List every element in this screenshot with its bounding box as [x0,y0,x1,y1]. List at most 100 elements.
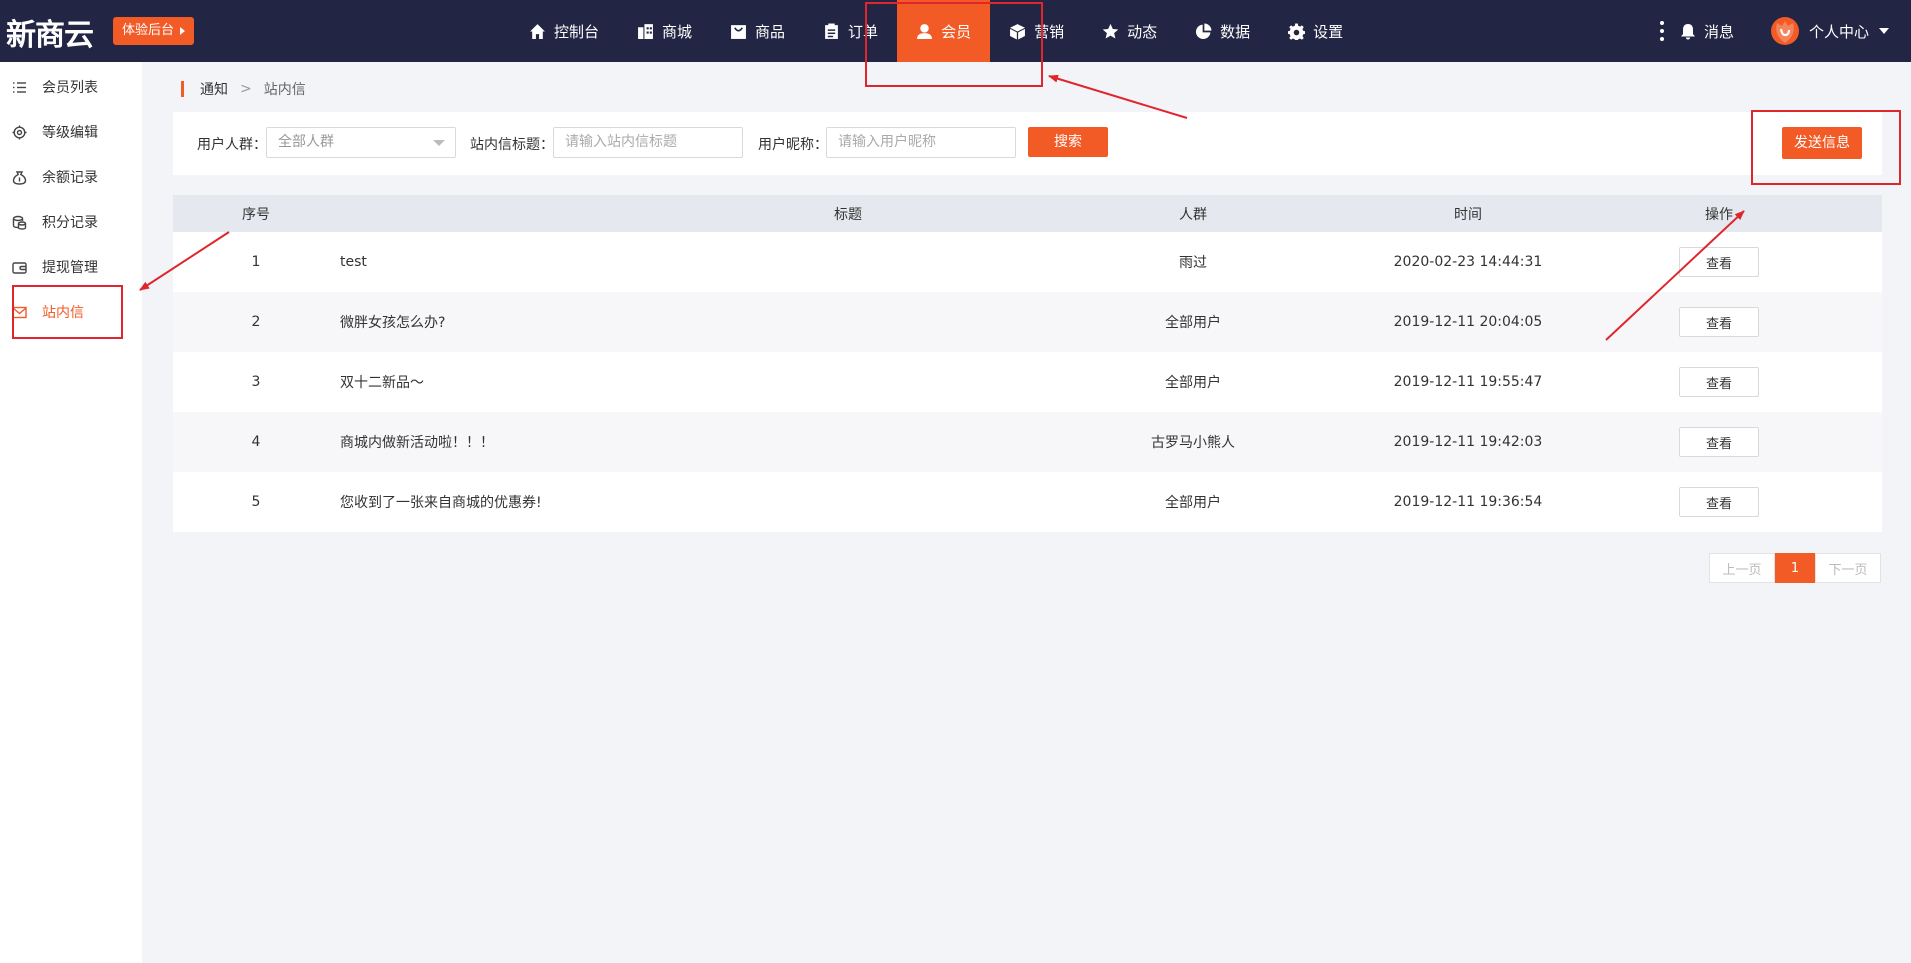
gear-icon [1288,23,1306,40]
row-time: 2019-12-11 20:04:05 [1393,314,1543,330]
user-center-menu[interactable]: 个人中心 [1771,0,1890,62]
table-row: 2 微胖女孩怎么办? 全部用户 2019-12-11 20:04:05 查看 [173,292,1882,352]
row-title: 双十二新品～ [340,375,424,391]
view-button[interactable]: 查看 [1679,307,1759,337]
messages-button[interactable]: 消息 [1680,0,1734,62]
sidebar-item-label: 提现管理 [42,260,98,276]
nav-dashboard[interactable]: 控制台 [510,0,618,62]
message-title-input[interactable]: 请输入站内信标题 [553,127,743,158]
row-index: 2 [251,314,261,330]
search-button[interactable]: 搜索 [1028,127,1108,157]
next-page-button[interactable]: 下一页 [1815,553,1881,583]
order-icon [825,23,838,39]
breadcrumb-parent[interactable]: 通知 [200,79,228,99]
row-action: 查看 [1663,232,1775,292]
bell-icon [1681,23,1695,39]
row-time: 2019-12-11 19:42:03 [1393,434,1543,450]
star-icon [1102,23,1119,39]
row-group: 全部用户 [1165,315,1221,331]
table-row: 3 双十二新品～ 全部用户 2019-12-11 19:55:47 查看 [173,352,1882,412]
sidebar: 会员列表 等级编辑 余额记录 积分记录 提现管理 站内信 [0,62,142,963]
breadcrumb: 通知 > 站内信 [181,79,306,99]
nav-settings-label: 设置 [1313,22,1344,41]
pie-icon [1196,23,1212,39]
nickname-label: 用户昵称： [758,137,828,153]
nav-settings[interactable]: 设置 [1269,0,1362,62]
message-title-label: 站内信标题： [470,137,554,153]
messages-label: 消息 [1704,22,1735,41]
table-header: 序号 标题 人群 时间 操作 [173,195,1882,232]
nav-mall-label: 商城 [662,22,693,41]
user-group-select[interactable]: 全部人群 [266,127,456,158]
row-group: 全部用户 [1165,495,1221,511]
view-button[interactable]: 查看 [1679,427,1759,457]
nav-activity-label: 动态 [1127,22,1158,41]
sidebar-item-label: 余额记录 [42,170,98,186]
row-group: 古罗马小熊人 [1151,435,1235,451]
row-time: 2019-12-11 19:55:47 [1393,374,1543,390]
annotation-box-send-button [1751,110,1901,185]
brand-badge-icon [1776,21,1794,43]
nav-data-label: 数据 [1220,22,1251,41]
home-icon [530,23,545,39]
trial-backend-label: 体验后台 [122,23,175,38]
nav-mall[interactable]: 商城 [618,0,711,62]
breadcrumb-marker [181,81,184,97]
user-group-value: 全部人群 [278,134,334,150]
table-row: 1 test 雨过 2020-02-23 14:44:31 查看 [173,232,1882,292]
play-icon [180,27,186,35]
row-index: 1 [251,254,261,270]
sidebar-item-member-list[interactable]: 会员列表 [0,65,142,109]
list-icon [13,81,26,93]
header-time: 时间 [1454,206,1482,223]
trial-backend-button[interactable]: 体验后台 [113,17,195,45]
shop-icon [638,23,653,39]
gear-icon [12,125,27,139]
header-group: 人群 [1179,206,1207,223]
row-action: 查看 [1663,472,1775,532]
row-group: 全部用户 [1165,375,1221,391]
row-time: 2020-02-23 14:44:31 [1393,254,1543,270]
view-button[interactable]: 查看 [1679,247,1759,277]
row-time: 2019-12-11 19:36:54 [1393,494,1543,510]
row-group: 雨过 [1179,255,1207,271]
row-title: 您收到了一张来自商城的优惠券! [340,495,542,511]
user-group-label: 用户人群： [197,137,267,153]
nav-products[interactable]: 商品 [711,0,804,62]
nav-activity[interactable]: 动态 [1083,0,1176,62]
row-title: 商城内做新活动啦！！！ [340,435,494,451]
row-action: 查看 [1663,352,1775,412]
row-index: 5 [251,494,261,510]
money-bag-icon [12,170,27,185]
more-menu-icon[interactable] [1652,0,1672,62]
sidebar-item-withdrawals[interactable]: 提现管理 [0,245,142,289]
row-index: 4 [251,434,261,450]
sidebar-item-points-records[interactable]: 积分记录 [0,200,142,244]
prev-page-button[interactable]: 上一页 [1709,553,1775,583]
app-logo[interactable]: 新商云 [6,10,94,54]
view-button[interactable]: 查看 [1679,487,1759,517]
annotation-box-members-nav [865,2,1043,87]
sidebar-item-level-edit[interactable]: 等级编辑 [0,110,142,154]
annotation-box-site-messages [12,285,123,339]
table-row: 5 您收到了一张来自商城的优惠券! 全部用户 2019-12-11 19:36:… [173,472,1882,532]
sidebar-item-balance-records[interactable]: 余额记录 [0,155,142,199]
row-index: 3 [251,374,261,390]
row-action: 查看 [1663,292,1775,352]
page-1-button[interactable]: 1 [1775,553,1815,583]
avatar [1771,17,1799,45]
row-title: 微胖女孩怎么办? [340,315,446,331]
coins-icon [12,215,27,230]
nav-data[interactable]: 数据 [1176,0,1269,62]
nav-dashboard-label: 控制台 [554,22,600,41]
breadcrumb-separator: > [240,81,252,97]
header-action: 操作 [1705,206,1733,223]
sidebar-item-label: 等级编辑 [42,125,98,141]
view-button[interactable]: 查看 [1679,367,1759,397]
wallet-icon [12,261,27,274]
row-title: test [340,254,367,270]
nickname-input[interactable]: 请输入用户昵称 [826,127,1016,158]
breadcrumb-current: 站内信 [263,82,306,98]
sidebar-item-label: 积分记录 [42,215,98,231]
caret-down-icon [1879,28,1890,34]
